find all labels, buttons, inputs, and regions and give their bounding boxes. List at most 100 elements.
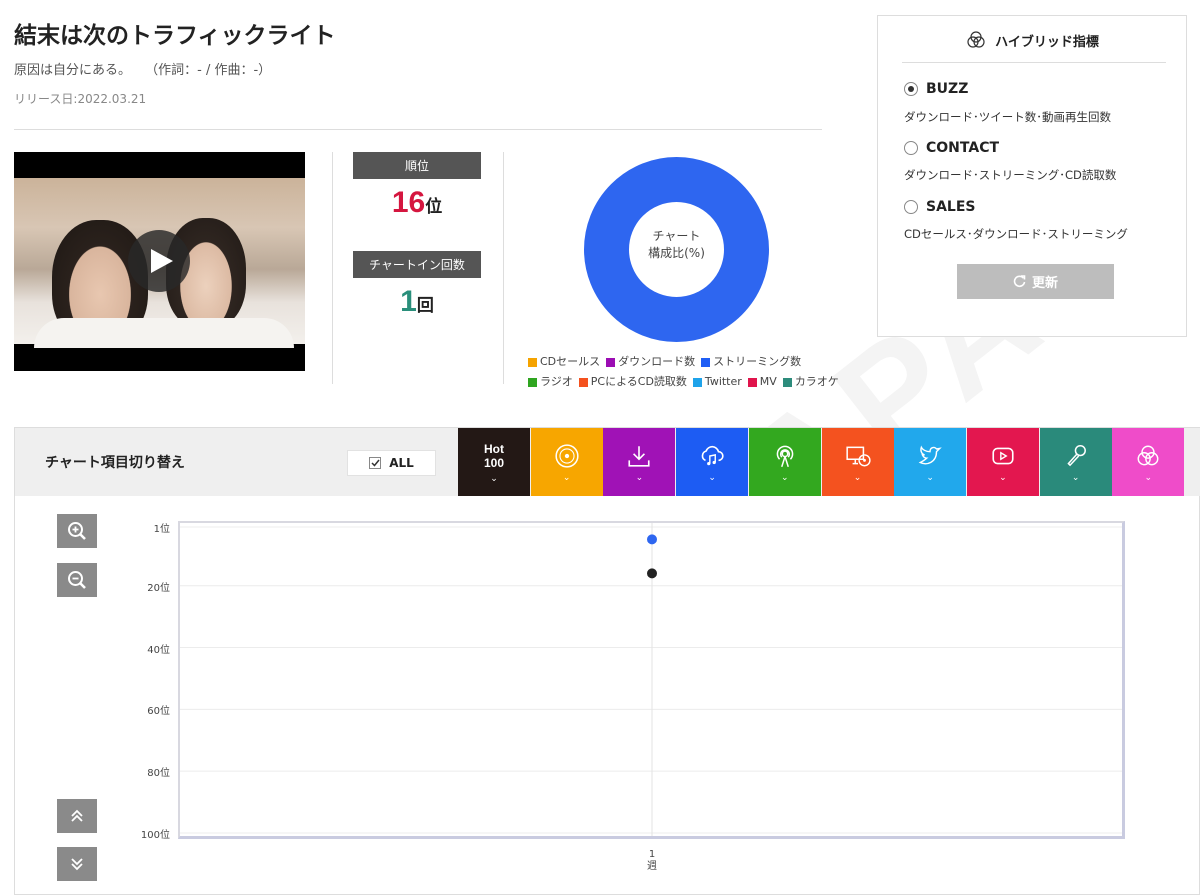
legend-label: ラジオ (540, 375, 573, 388)
scroll-down-button[interactable] (57, 847, 97, 881)
chart-history-panel: チャート項目切り替え ALL Hot 100 ⌄ ⌄ ⌄ ⌄ ⌄ ⌄ ⌄ ⌄ ⌄ ⌄ (14, 427, 1200, 895)
chevron-down-icon: ⌄ (490, 473, 498, 484)
legend-item: ラジオ (528, 372, 573, 392)
legend-swatch (528, 357, 537, 367)
hybrid-icon (967, 31, 985, 48)
chevron-down-icon: ⌄ (999, 472, 1007, 483)
scroll-up-button[interactable] (57, 799, 97, 833)
composition-legend: CDセールス ダウンロード数 ストリーミング数 ラジオ PCによるCD読取数 Twitt… (528, 352, 839, 392)
all-toggle-button[interactable]: ALL (347, 450, 436, 476)
legend-label: PCによるCD読取数 (590, 375, 687, 388)
zoom-out-icon (68, 571, 86, 589)
tab-cd-sales[interactable]: ⌄ (530, 428, 603, 496)
legend-item: CDセールス (528, 352, 600, 372)
data-point-series-2[interactable] (647, 568, 657, 579)
y-tick-label: 80位 (147, 768, 170, 780)
tab-hybrid[interactable]: ⌄ (1112, 428, 1185, 496)
zoom-in-button[interactable] (57, 514, 97, 548)
zoom-out-button[interactable] (57, 563, 97, 597)
legend-swatch (692, 377, 702, 387)
tab-pc-cd-read[interactable]: ⌄ (821, 428, 894, 496)
tab-twitter[interactable]: ⌄ (894, 428, 967, 496)
chart-switch-bar: チャート項目切り替え ALL Hot 100 ⌄ ⌄ ⌄ ⌄ ⌄ ⌄ ⌄ ⌄ ⌄ ⌄ (15, 428, 1200, 496)
zoom-in-icon (68, 522, 86, 540)
chart-switch-title: チャート項目切り替え (45, 455, 185, 471)
legend-row: ラジオ PCによるCD読取数 Twitter MV カラオケ (528, 372, 839, 392)
legend-label: カラオケ (794, 375, 839, 388)
chevron-down-icon: ⌄ (853, 472, 862, 483)
legend-row: CDセールス ダウンロード数 ストリーミング数 (528, 352, 828, 372)
tab-download[interactable]: ⌄ (603, 428, 676, 496)
chartin-label: チャートイン回数 (353, 251, 481, 278)
radio-icon (776, 445, 794, 467)
donut-center-line2: 構成比(%) (648, 246, 705, 260)
chartin-value: 1回 (353, 285, 481, 319)
legend-swatch (578, 377, 588, 387)
tab-streaming[interactable]: ⌄ (676, 428, 749, 496)
y-tick-label: 40位 (147, 644, 170, 656)
legend-label: Twitter (704, 375, 742, 388)
cloud-music-icon (701, 445, 724, 465)
twitter-icon (918, 444, 942, 464)
divider (503, 152, 504, 384)
chartin-number: 1 (400, 285, 417, 318)
radio-sales[interactable] (904, 200, 918, 214)
hybrid-icon (1137, 445, 1159, 465)
legend-item: ストリーミング数 (701, 352, 801, 372)
video-player[interactable] (14, 152, 305, 371)
divider (902, 62, 1166, 63)
donut-center-line1: チャート (652, 229, 701, 243)
option-sales-desc: CDセールス･ダウンロード･ストリーミング (904, 227, 1128, 241)
radio-buzz[interactable] (904, 82, 918, 96)
tab-karaoke[interactable]: ⌄ (1039, 428, 1112, 496)
data-point-series-1[interactable] (647, 534, 657, 545)
y-tick-label: 100位 (140, 830, 170, 841)
rank-label: 順位 (353, 152, 481, 179)
option-contact-desc: ダウンロード･ストリーミング･CD読取数 (904, 168, 1117, 182)
tab-hot100[interactable]: Hot 100 ⌄ (458, 428, 530, 496)
hybrid-header: ハイブリッド指標 (878, 16, 1188, 64)
legend-swatch (747, 377, 757, 387)
tab-radio[interactable]: ⌄ (748, 428, 821, 496)
option-sales-label: SALES (926, 199, 976, 215)
tab-mv[interactable]: ⌄ (966, 428, 1039, 496)
option-sales[interactable]: SALES (904, 199, 976, 215)
y-tick-label: 1位 (153, 524, 170, 535)
legend-item: MV (747, 372, 777, 392)
option-buzz[interactable]: BUZZ (904, 81, 968, 97)
play-button[interactable] (128, 230, 190, 292)
option-contact[interactable]: CONTACT (904, 140, 999, 156)
chevron-down-icon: ⌄ (781, 472, 789, 483)
radio-contact[interactable] (904, 141, 918, 155)
artist-name: 原因は自分にある。 (14, 63, 132, 78)
legend-label: CDセールス (540, 355, 601, 368)
divider (14, 129, 822, 130)
chevron-down-icon: ⌄ (1144, 472, 1153, 483)
option-contact-label: CONTACT (926, 140, 1000, 156)
chevron-down-icon: ⌄ (562, 472, 571, 483)
refresh-button[interactable]: 更新 (957, 264, 1114, 299)
y-tick-label: 60位 (147, 706, 170, 718)
rank-history-chart (180, 523, 1122, 836)
youtube-icon (992, 447, 1014, 464)
double-chevron-down-icon (71, 858, 83, 871)
double-chevron-up-icon (71, 809, 83, 822)
legend-label: ストリーミング数 (713, 355, 802, 368)
legend-swatch (528, 377, 537, 387)
refresh-icon (1013, 275, 1026, 288)
legend-item: ダウンロード数 (606, 352, 695, 372)
legend-label: ダウンロード数 (618, 355, 696, 368)
all-checkbox[interactable] (369, 457, 382, 469)
legend-item: PCによるCD読取数 (578, 372, 687, 392)
all-label: ALL (389, 456, 414, 470)
play-icon (150, 249, 173, 273)
rank-number: 16 (391, 186, 426, 219)
legend-label: MV (759, 375, 777, 388)
chart-plot-area (178, 521, 1125, 839)
rank-value: 16位 (353, 186, 481, 220)
y-tick-label: 20位 (147, 582, 170, 594)
hot100-label: Hot 100 (483, 441, 505, 470)
legend-swatch (782, 377, 792, 387)
chevron-down-icon: ⌄ (708, 472, 716, 483)
refresh-label: 更新 (1031, 276, 1058, 291)
